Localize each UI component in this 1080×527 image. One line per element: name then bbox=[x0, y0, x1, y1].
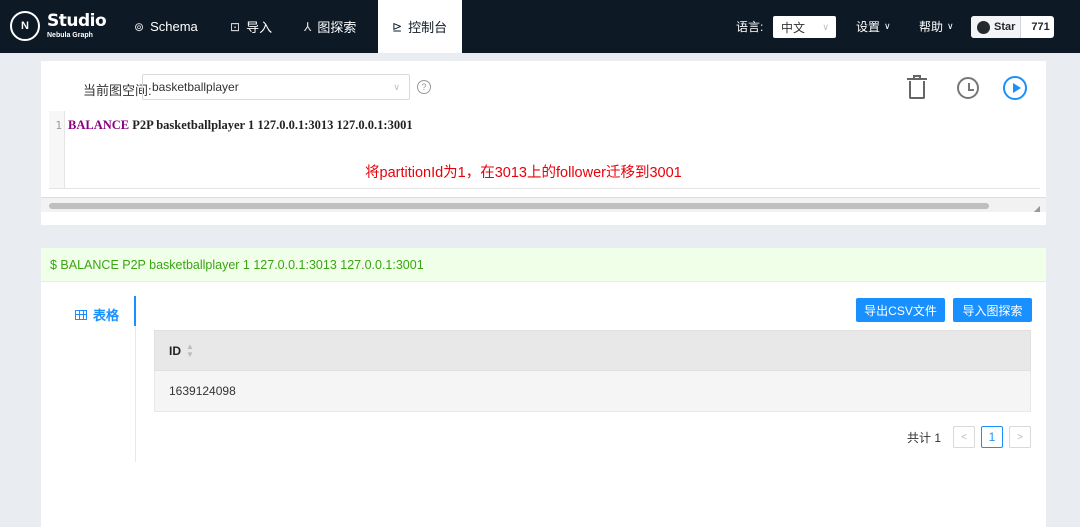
prev-page-button[interactable]: < bbox=[953, 426, 976, 448]
tab-table[interactable]: 表格 bbox=[75, 305, 119, 324]
console-icon: ⊵ bbox=[392, 19, 403, 34]
result-table: ID ▲ ▼ 1639124098 bbox=[154, 330, 1031, 412]
next-page-button[interactable]: > bbox=[1009, 426, 1032, 448]
nebula-logo-icon: N bbox=[10, 11, 40, 41]
run-button[interactable] bbox=[1002, 75, 1028, 101]
chevron-down-icon: ∨ bbox=[884, 21, 891, 31]
result-side-tabs: 表格 bbox=[41, 296, 136, 462]
resize-handle-icon[interactable]: ◢ bbox=[1034, 204, 1040, 213]
page-1-button[interactable]: 1 bbox=[981, 426, 1004, 448]
chevron-down-icon: ∨ bbox=[393, 81, 400, 92]
space-select[interactable]: basketballplayer ∨ bbox=[142, 74, 410, 100]
question-icon[interactable]: ? bbox=[417, 80, 431, 94]
github-icon bbox=[977, 20, 990, 34]
studio-logo[interactable]: N Studio Nebula Graph bbox=[10, 11, 107, 41]
code-editor[interactable]: 1 BALANCE P2P basketballplayer 1 127.0.0… bbox=[49, 111, 1040, 251]
code-keyword: BALANCE bbox=[68, 118, 130, 132]
active-tab-indicator bbox=[134, 296, 136, 326]
code-line[interactable]: BALANCE P2P basketballplayer 1 127.0.0.1… bbox=[68, 118, 413, 133]
language-label: 语言: bbox=[736, 20, 764, 34]
settings-menu[interactable]: 设置 ∨ bbox=[856, 0, 891, 53]
help-menu[interactable]: 帮助 ∨ bbox=[919, 0, 954, 53]
nav-console[interactable]: ⊵ 控制台 bbox=[378, 0, 462, 53]
nav-schema[interactable]: ⊚ Schema bbox=[134, 0, 198, 53]
nav-import[interactable]: ⊡ 导入 bbox=[230, 0, 272, 53]
result-panel: $ BALANCE P2P basketballplayer 1 127.0.0… bbox=[41, 248, 1046, 527]
history-clock-icon bbox=[957, 77, 979, 99]
query-editor-panel: 当前图空间: basketballplayer ∨ ? 1 BALANCE P2… bbox=[41, 61, 1046, 225]
sort-icon[interactable]: ▲ ▼ bbox=[186, 342, 194, 359]
star-count: 771 bbox=[1031, 21, 1050, 33]
github-star-button[interactable]: Star 771 bbox=[971, 16, 1054, 38]
table-row: 1639124098 bbox=[154, 371, 1031, 412]
horizontal-scrollbar[interactable]: ◢ bbox=[41, 197, 1046, 213]
chevron-down-icon: ∨ bbox=[947, 21, 954, 31]
history-button[interactable] bbox=[955, 75, 981, 101]
code-rest: P2P basketballplayer 1 127.0.0.1:3013 12… bbox=[129, 118, 413, 132]
top-nav: N Studio Nebula Graph ⊚ Schema ⊡ 导入 ⅄ 图探… bbox=[0, 0, 1080, 53]
export-csv-button[interactable]: 导出CSV文件 bbox=[856, 298, 945, 322]
trash-icon bbox=[904, 75, 930, 101]
explore-icon: ⅄ bbox=[304, 19, 312, 34]
play-icon bbox=[1003, 76, 1027, 100]
chevron-down-icon: ∨ bbox=[822, 21, 829, 32]
table-header-id[interactable]: ID ▲ ▼ bbox=[154, 330, 1031, 371]
scrollbar-thumb[interactable] bbox=[49, 203, 989, 209]
pagination-total: 共计 1 bbox=[907, 430, 942, 445]
logo-title: Studio bbox=[47, 11, 107, 31]
result-command[interactable]: $ BALANCE P2P basketballplayer 1 127.0.0… bbox=[41, 248, 1046, 282]
import-explore-button[interactable]: 导入图探索 bbox=[953, 298, 1032, 322]
clear-button[interactable] bbox=[904, 75, 930, 101]
pagination: 共计 1 < 1 > bbox=[907, 426, 1032, 448]
language-select[interactable]: 中文 ∨ bbox=[773, 16, 836, 38]
schema-icon: ⊚ bbox=[134, 19, 145, 34]
table-icon bbox=[75, 309, 87, 320]
nav-explore[interactable]: ⅄ 图探索 bbox=[304, 0, 356, 53]
import-icon: ⊡ bbox=[230, 19, 241, 34]
line-number: 1 bbox=[49, 111, 65, 188]
logo-subtitle: Nebula Graph bbox=[47, 32, 93, 39]
annotation-text: 将partitionId为1，在3013上的follower迁移到3001 bbox=[365, 165, 682, 181]
table-cell: 1639124098 bbox=[169, 384, 236, 398]
